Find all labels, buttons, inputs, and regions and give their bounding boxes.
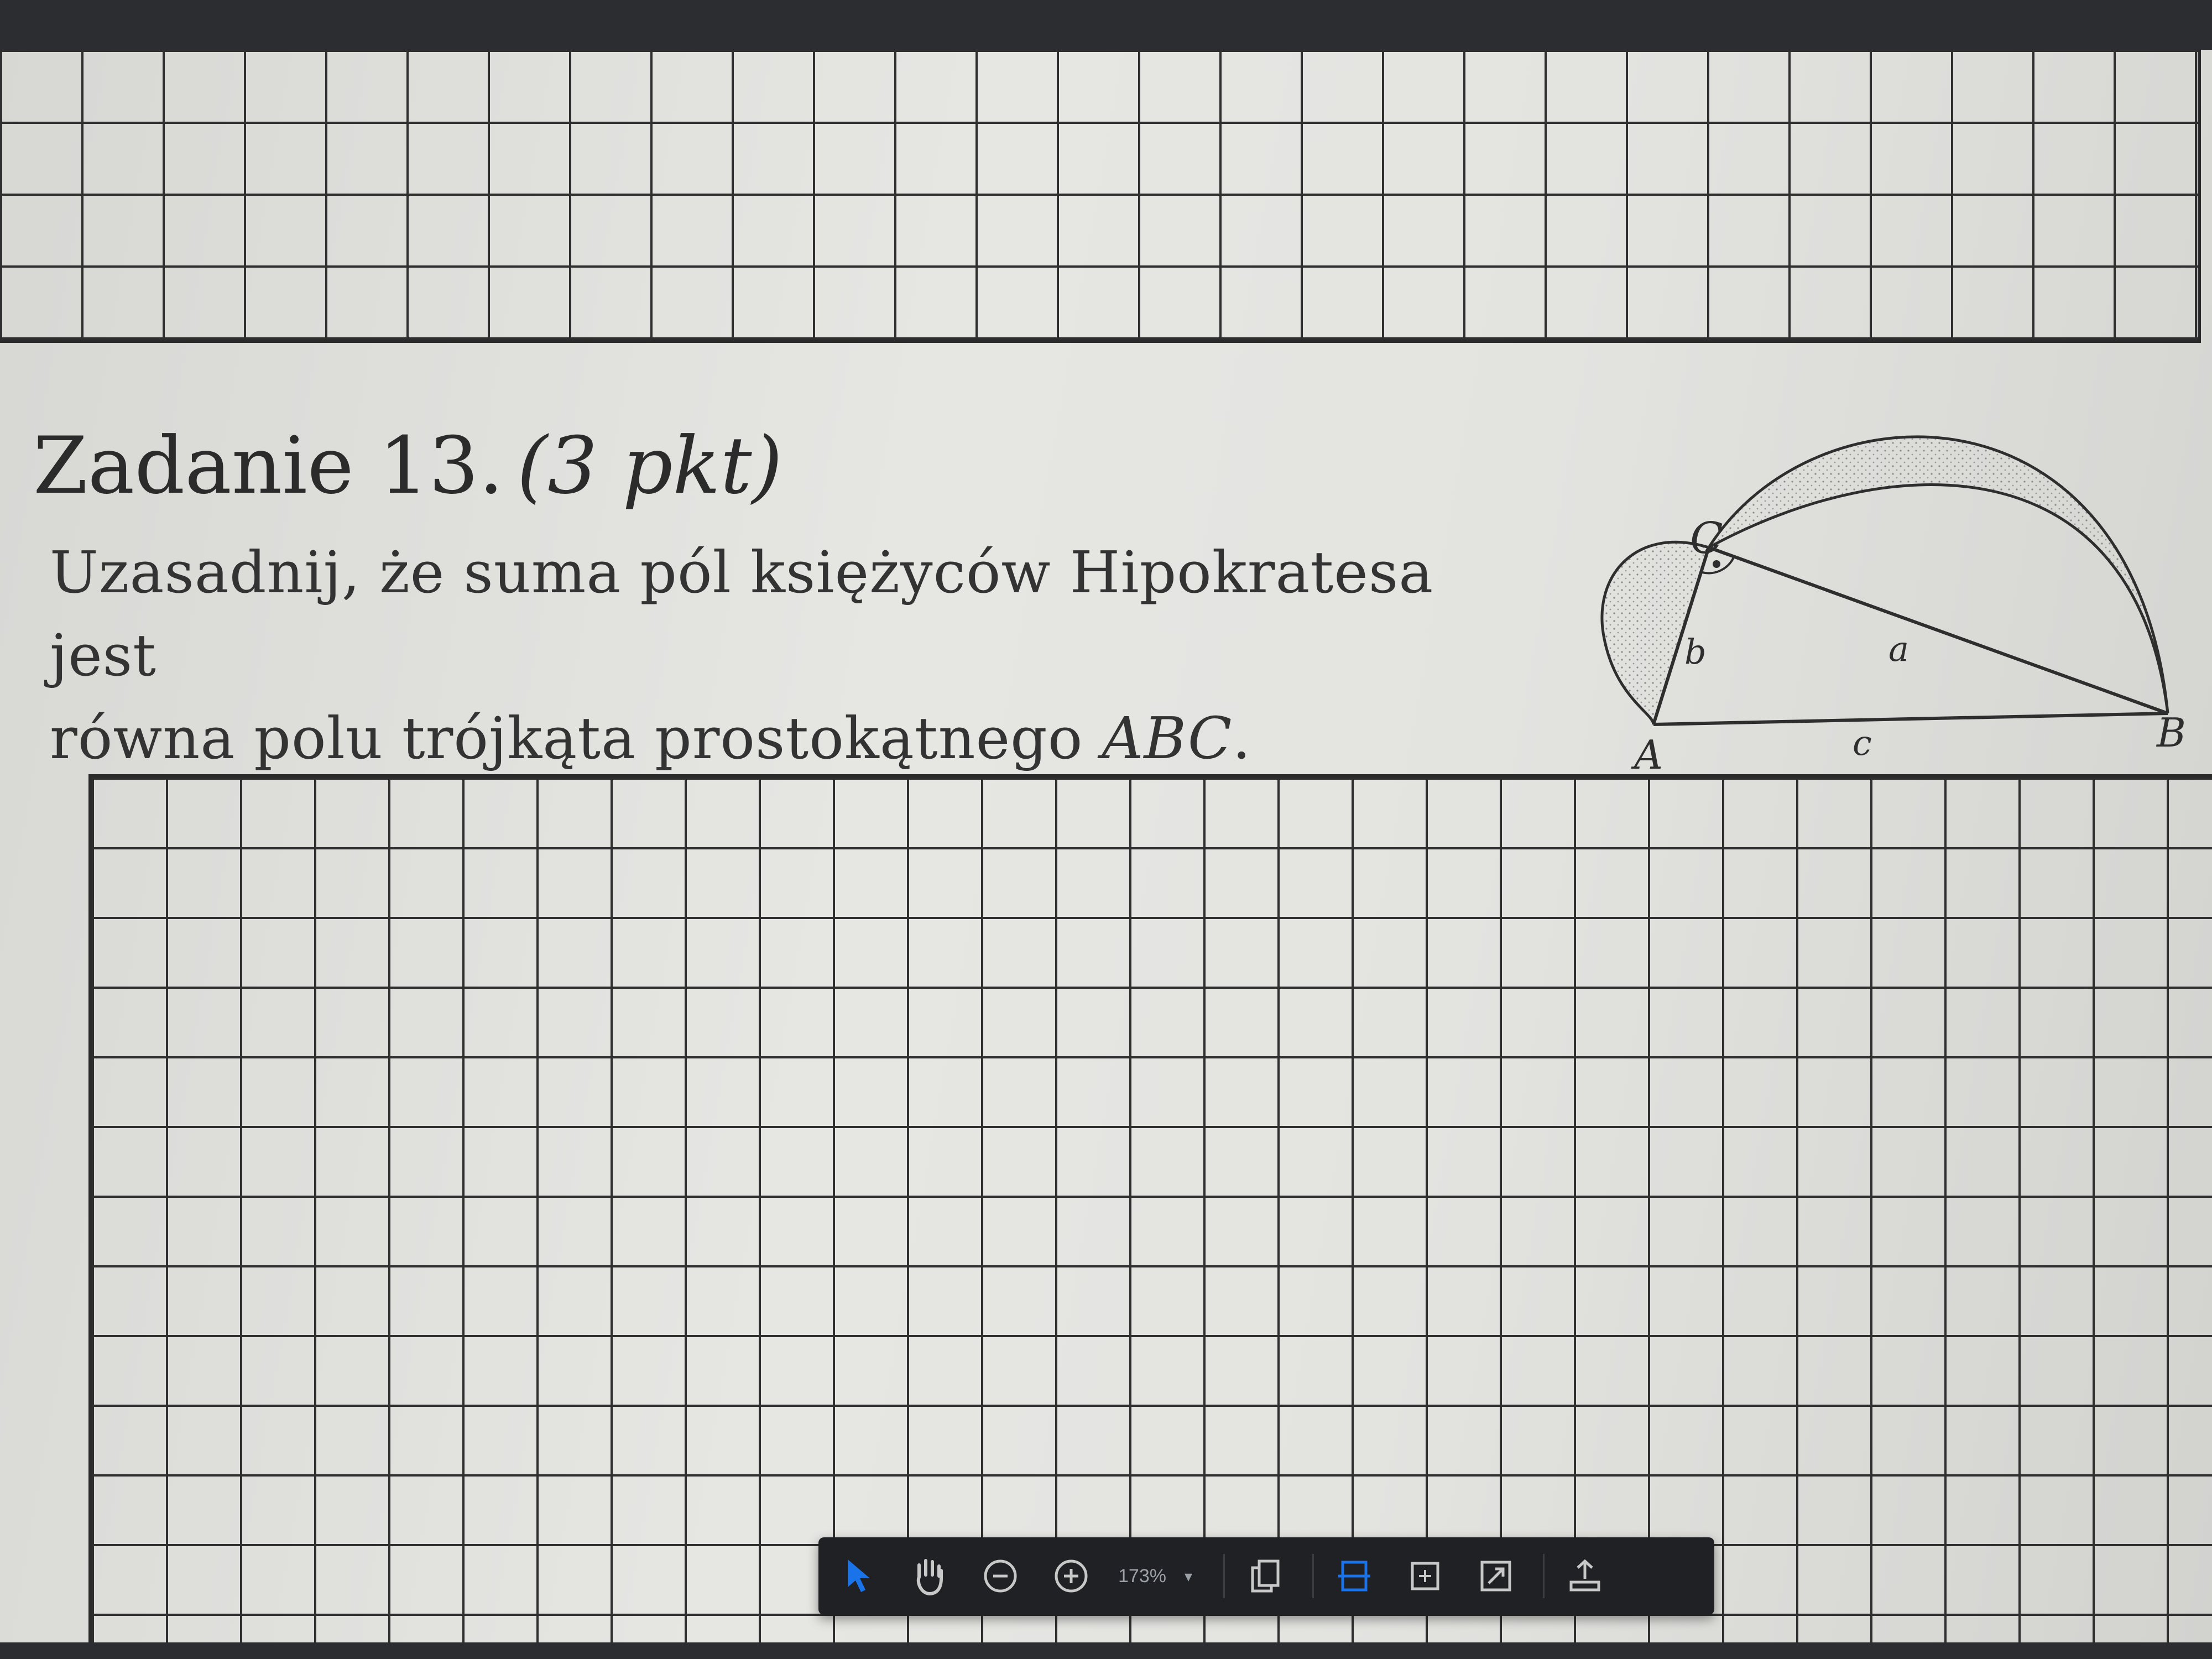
- answer-grid-top: [0, 50, 2201, 343]
- toolbar-divider: [1223, 1554, 1225, 1598]
- page-copy-icon: [1251, 1559, 1280, 1593]
- page-copy-button[interactable]: [1235, 1546, 1296, 1606]
- hand-pan-button[interactable]: [899, 1546, 960, 1606]
- hippocrates-lunes-figure: C A B a b c: [1600, 435, 2186, 778]
- task-text-line-2-prefix: równa polu trójkąta prostokątnego: [50, 705, 1102, 772]
- task-statement: Uzasadnij, że suma pól księżyców Hipokra…: [50, 531, 1543, 780]
- select-pointer-button[interactable]: [828, 1546, 889, 1606]
- hand-pan-icon: [916, 1559, 943, 1596]
- task-title: Zadanie 13.: [33, 420, 504, 512]
- task-heading: Zadanie 13. (3 pkt): [33, 420, 782, 512]
- monitor-bezel-top: [0, 0, 2212, 50]
- side-label-b: b: [1684, 632, 1707, 672]
- fullscreen-icon: [1480, 1561, 1511, 1592]
- fit-page-icon: [1411, 1562, 1439, 1590]
- upload-icon: [1569, 1559, 1600, 1592]
- fit-width-icon: [1338, 1561, 1370, 1592]
- zoom-level[interactable]: 173%: [1118, 1566, 1179, 1587]
- vertex-label-b: B: [2156, 709, 2186, 756]
- side-label-c: c: [1853, 723, 1872, 763]
- fit-page-button[interactable]: [1395, 1546, 1455, 1606]
- triangle-name: ABC: [1102, 705, 1233, 772]
- toolbar-divider: [1312, 1554, 1314, 1598]
- task-points: (3 pkt): [517, 420, 783, 512]
- side-c: [1653, 712, 2168, 726]
- zoom-out-icon: [984, 1559, 1017, 1593]
- monitor-bezel-bottom: [0, 1642, 2212, 1659]
- side-a: [1708, 546, 2169, 715]
- vertex-label-a: A: [1631, 732, 1663, 778]
- side-label-a: a: [1888, 629, 1909, 669]
- upload-button[interactable]: [1554, 1546, 1615, 1606]
- fullscreen-button[interactable]: [1465, 1546, 1526, 1606]
- zoom-dropdown-caret[interactable]: ▾: [1185, 1567, 1207, 1585]
- task-text-line-1: Uzasadnij, że suma pól księżyców Hipokra…: [50, 539, 1434, 689]
- answer-grid-bottom: [88, 774, 2212, 1648]
- toolbar-divider: [1543, 1554, 1545, 1598]
- zoom-in-icon: [1055, 1559, 1088, 1593]
- fit-width-button[interactable]: [1324, 1546, 1385, 1606]
- viewer-toolbar: 173% ▾: [818, 1537, 1714, 1615]
- select-pointer-icon: [848, 1559, 870, 1592]
- large-lune: [1704, 435, 2169, 714]
- task-text-line-2: równa polu trójkąta prostokątnego ABC.: [50, 697, 1543, 780]
- task-text-line-2-suffix: .: [1232, 705, 1251, 772]
- zoom-out-button[interactable]: [970, 1546, 1031, 1606]
- zoom-in-button[interactable]: [1041, 1546, 1102, 1606]
- vertex-label-c: C: [1690, 514, 1723, 564]
